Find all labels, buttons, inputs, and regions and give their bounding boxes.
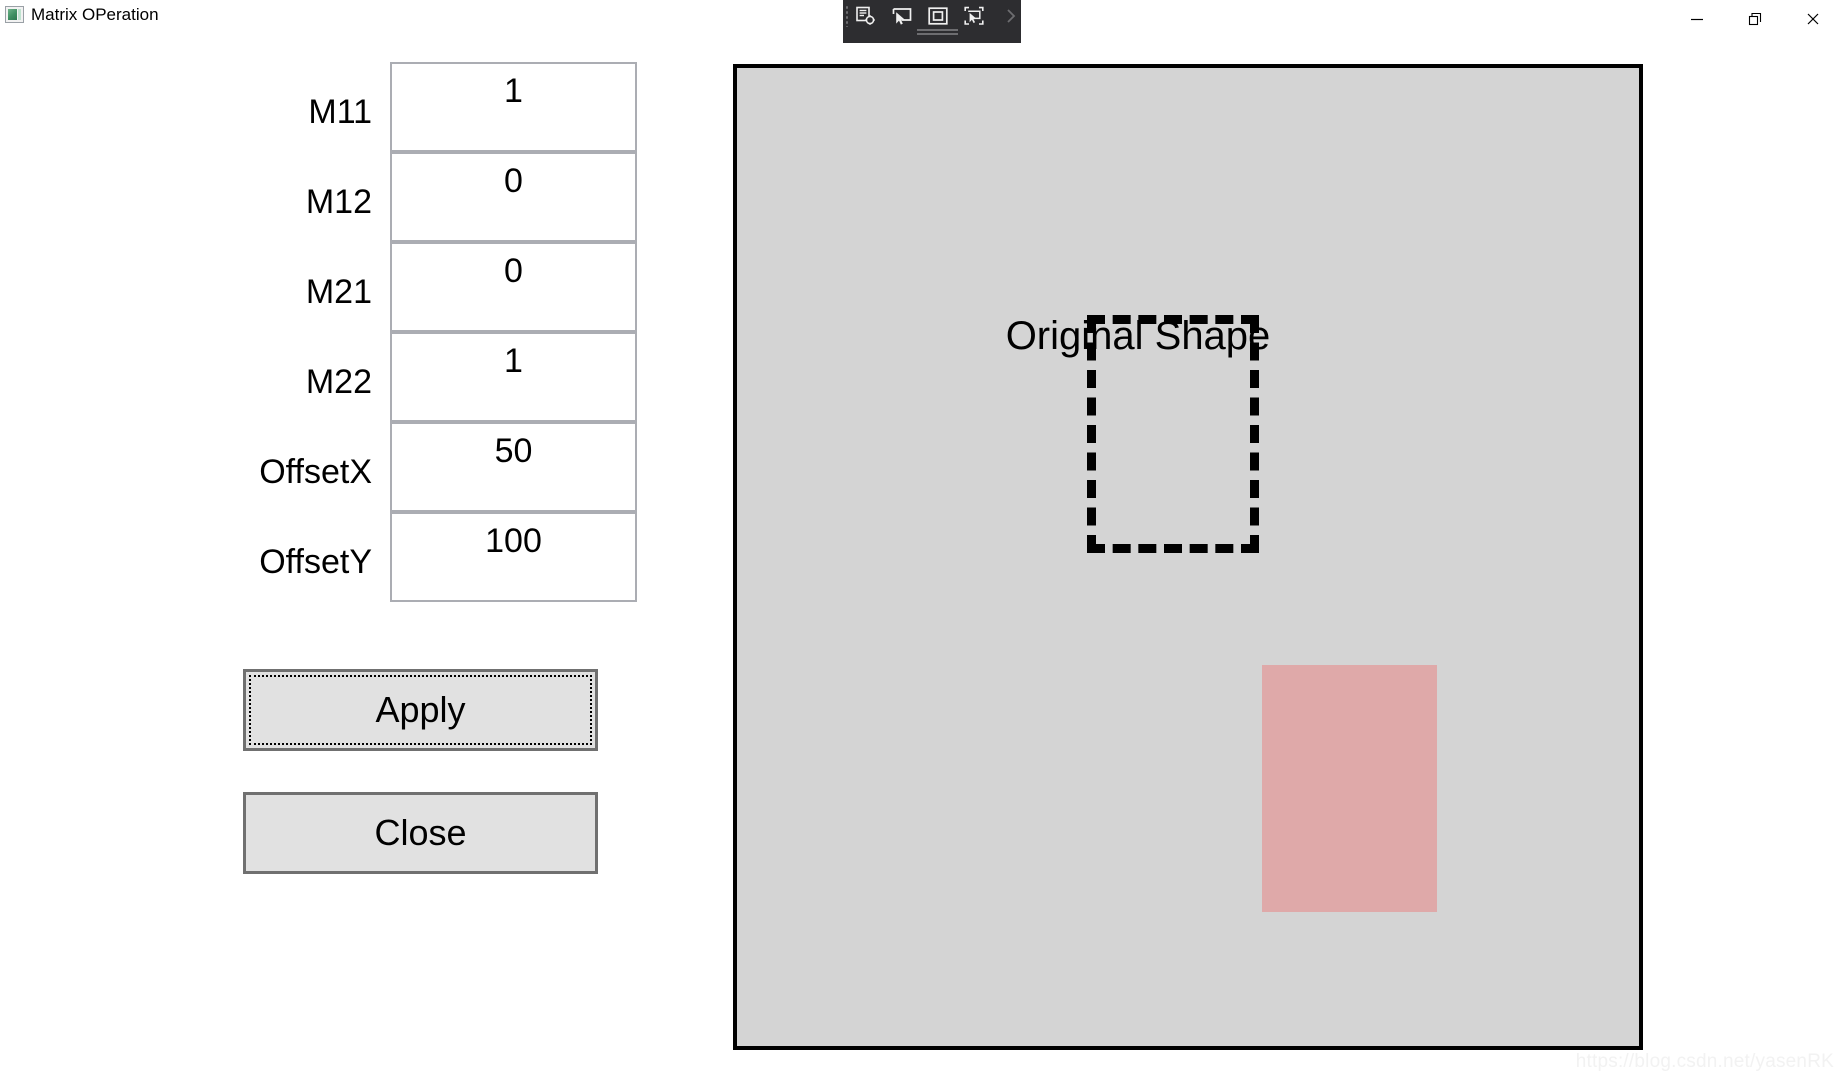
toolbar-buttons: [843, 0, 1023, 32]
restore-icon: [1748, 12, 1762, 26]
toolbar-grip[interactable]: [917, 29, 958, 35]
chevron-right-icon: [1007, 9, 1016, 23]
toolbar-expand-button[interactable]: [999, 1, 1023, 31]
field-label-offsety: OffsetY: [259, 543, 372, 581]
close-button[interactable]: [1784, 0, 1842, 38]
original-shape-outline: [1087, 315, 1259, 553]
field-row-m22: M22 1: [205, 332, 655, 422]
restore-button[interactable]: [1726, 0, 1784, 38]
field-input-m12[interactable]: 0: [390, 152, 637, 242]
go-to-live-visual-tree-button[interactable]: [851, 1, 881, 31]
field-row-offsetx: OffsetX 50: [205, 422, 655, 512]
select-element-icon: [892, 8, 912, 25]
display-layout-adorners-button[interactable]: [923, 1, 953, 31]
field-input-m21[interactable]: 0: [390, 242, 637, 332]
go-to-live-visual-tree-icon: [856, 6, 875, 25]
field-input-m11[interactable]: 1: [390, 62, 637, 152]
toolbar-drag-dots[interactable]: [845, 5, 849, 27]
field-row-m11: M11 1: [205, 62, 655, 152]
field-row-m21: M21 0: [205, 242, 655, 332]
shape-canvas: Original Shape: [733, 64, 1643, 1050]
field-label-offsetx: OffsetX: [259, 453, 372, 491]
transformed-shape: [1262, 665, 1437, 912]
visual-studio-live-toolbar[interactable]: [843, 0, 1021, 43]
field-label-m12: M12: [305, 183, 372, 221]
app-window: Matrix OPeration M11 1 M12 0 M21 0 M22 1…: [0, 0, 1842, 1080]
close-button-form[interactable]: Close: [243, 792, 598, 874]
close-icon: [1807, 13, 1819, 25]
field-input-offsetx[interactable]: 50: [390, 422, 637, 512]
minimize-button[interactable]: [1668, 0, 1726, 38]
field-label-m11: M11: [308, 93, 372, 131]
field-row-m12: M12 0: [205, 152, 655, 242]
field-input-m22[interactable]: 1: [390, 332, 637, 422]
field-input-offsety[interactable]: 100: [390, 512, 637, 602]
field-label-m22: M22: [305, 363, 372, 401]
apply-button[interactable]: Apply: [243, 669, 598, 751]
minimize-icon: [1691, 18, 1703, 21]
window-controls: [1668, 0, 1842, 38]
display-layout-adorners-icon: [928, 7, 948, 25]
field-row-offsety: OffsetY 100: [205, 512, 655, 602]
watermark: https://blog.csdn.net/yasenRK: [1575, 1051, 1834, 1072]
matrix-form: M11 1 M12 0 M21 0 M22 1 OffsetX 50 Offse…: [0, 0, 720, 1080]
select-element-button[interactable]: [887, 1, 917, 31]
track-focused-element-icon: [964, 6, 984, 25]
field-label-m21: M21: [305, 273, 372, 311]
track-focused-element-button[interactable]: [959, 1, 989, 31]
